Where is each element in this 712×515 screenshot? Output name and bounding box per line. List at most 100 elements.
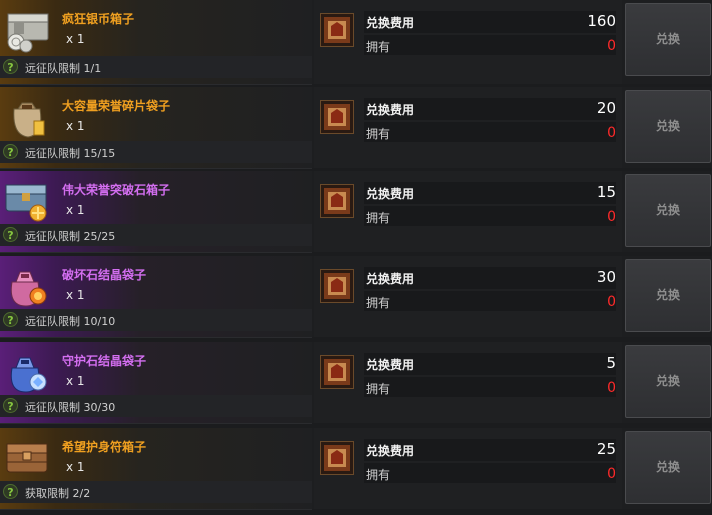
cost-value: 160: [587, 12, 616, 30]
cost-panel: 兑换费用 15 拥有 0: [314, 171, 622, 252]
item-panel: 破坏石结晶袋子 x 1 ? 远征队限制 10/10: [0, 256, 312, 338]
cost-value: 25: [596, 440, 616, 458]
item-name: 希望护身符箱子: [62, 440, 147, 454]
item-quantity: x 1: [66, 119, 85, 133]
owned-line: 拥有 0: [364, 463, 616, 483]
limit-text: 远征队限制 10/10: [25, 315, 116, 328]
limit-bar: ? 远征队限制 30/30: [0, 395, 312, 417]
limit-text: 远征队限制 30/30: [25, 401, 116, 414]
exchange-row: 守护石结晶袋子 x 1 ? 远征队限制 30/30 兑换费用 5 拥有 0 兑换: [0, 342, 712, 424]
exchange-row: 疯狂银币箱子 x 1 ? 远征队限制 1/1 兑换费用 160 拥有 0 兑换: [0, 0, 712, 85]
currency-icon: [320, 269, 354, 303]
question-icon[interactable]: ?: [3, 312, 18, 327]
owned-line: 拥有 0: [364, 206, 616, 226]
cost-line: 兑换费用 20: [364, 98, 616, 120]
limit-text: 远征队限制 15/15: [25, 147, 116, 160]
cost-label: 兑换费用: [366, 272, 415, 286]
owned-value: 0: [607, 294, 616, 310]
destruction-stone-bag-icon[interactable]: [2, 260, 52, 310]
amulet-chest-icon[interactable]: [2, 432, 52, 482]
question-icon[interactable]: ?: [3, 144, 18, 159]
cost-panel: 兑换费用 5 拥有 0: [314, 342, 622, 423]
item-quantity: x 1: [66, 203, 85, 217]
owned-value: 0: [607, 380, 616, 396]
owned-value: 0: [607, 209, 616, 225]
cost-panel: 兑换费用 20 拥有 0: [314, 87, 622, 168]
cost-label: 兑换费用: [366, 187, 415, 201]
item-quantity: x 1: [66, 288, 85, 302]
currency-icon: [320, 100, 354, 134]
owned-label: 拥有: [366, 382, 391, 396]
item-panel: 守护石结晶袋子 x 1 ? 远征队限制 30/30: [0, 342, 312, 424]
exchange-button[interactable]: 兑换: [625, 259, 711, 332]
item-name: 守护石结晶袋子: [62, 354, 147, 368]
item-name: 疯狂银币箱子: [62, 12, 135, 26]
cost-label: 兑换费用: [366, 358, 415, 372]
cost-panel: 兑换费用 160 拥有 0: [314, 0, 622, 84]
limit-text: 远征队限制 25/25: [25, 230, 116, 243]
owned-label: 拥有: [366, 127, 391, 141]
limit-bar: ? 远征队限制 1/1: [0, 56, 312, 78]
owned-line: 拥有 0: [364, 122, 616, 142]
currency-icon: [320, 184, 354, 218]
cost-label: 兑换费用: [366, 444, 415, 458]
cost-label: 兑换费用: [366, 103, 415, 117]
honor-shard-bag-icon[interactable]: [2, 91, 52, 141]
item-quantity: x 1: [66, 32, 85, 46]
limit-bar: ? 获取限制 2/2: [0, 481, 312, 503]
cost-panel: 兑换费用 30 拥有 0: [314, 256, 622, 337]
limit-text: 获取限制 2/2: [25, 487, 91, 500]
limit-bar: ? 远征队限制 15/15: [0, 141, 312, 163]
currency-icon: [320, 441, 354, 475]
owned-label: 拥有: [366, 296, 391, 310]
item-panel: 希望护身符箱子 x 1 ? 获取限制 2/2: [0, 428, 312, 510]
breakthrough-stone-chest-icon[interactable]: [2, 175, 52, 225]
owned-label: 拥有: [366, 211, 391, 225]
cost-line: 兑换费用 25: [364, 439, 616, 461]
cost-value: 5: [606, 354, 616, 372]
cost-line: 兑换费用 15: [364, 182, 616, 204]
cost-panel: 兑换费用 25 拥有 0: [314, 428, 622, 509]
question-icon[interactable]: ?: [3, 484, 18, 499]
item-quantity: x 1: [66, 460, 85, 474]
exchange-button[interactable]: 兑换: [625, 345, 711, 418]
exchange-button[interactable]: 兑换: [625, 3, 711, 76]
question-icon[interactable]: ?: [3, 59, 18, 74]
question-icon[interactable]: ?: [3, 227, 18, 242]
cost-value: 30: [596, 268, 616, 286]
item-panel: 伟大荣誉突破石箱子 x 1 ? 远征队限制 25/25: [0, 171, 312, 253]
guardian-stone-bag-icon[interactable]: [2, 346, 52, 396]
silver-coin-chest-icon[interactable]: [2, 4, 52, 54]
exchange-row: 破坏石结晶袋子 x 1 ? 远征队限制 10/10 兑换费用 30 拥有 0 兑…: [0, 256, 712, 338]
cost-line: 兑换费用 30: [364, 267, 616, 289]
exchange-row: 希望护身符箱子 x 1 ? 获取限制 2/2 兑换费用 25 拥有 0 兑换: [0, 428, 712, 510]
owned-line: 拥有 0: [364, 291, 616, 311]
question-icon[interactable]: ?: [3, 398, 18, 413]
exchange-button[interactable]: 兑换: [625, 90, 711, 163]
limit-bar: ? 远征队限制 10/10: [0, 309, 312, 331]
exchange-button[interactable]: 兑换: [625, 431, 711, 504]
owned-line: 拥有 0: [364, 35, 616, 55]
item-name: 伟大荣誉突破石箱子: [62, 183, 171, 197]
exchange-button[interactable]: 兑换: [625, 174, 711, 247]
cost-line: 兑换费用 5: [364, 353, 616, 375]
owned-label: 拥有: [366, 468, 391, 482]
owned-value: 0: [607, 38, 616, 54]
owned-value: 0: [607, 466, 616, 482]
currency-icon: [320, 13, 354, 47]
item-name: 大容量荣誉碎片袋子: [62, 99, 171, 113]
cost-value: 20: [596, 99, 616, 117]
owned-line: 拥有 0: [364, 377, 616, 397]
owned-value: 0: [607, 125, 616, 141]
cost-line: 兑换费用 160: [364, 11, 616, 33]
item-panel: 疯狂银币箱子 x 1 ? 远征队限制 1/1: [0, 0, 312, 85]
item-name: 破坏石结晶袋子: [62, 268, 147, 282]
owned-label: 拥有: [366, 40, 391, 54]
item-quantity: x 1: [66, 374, 85, 388]
limit-bar: ? 远征队限制 25/25: [0, 224, 312, 246]
cost-value: 15: [596, 183, 616, 201]
exchange-row: 伟大荣誉突破石箱子 x 1 ? 远征队限制 25/25 兑换费用 15 拥有 0…: [0, 171, 712, 253]
cost-label: 兑换费用: [366, 16, 415, 30]
limit-text: 远征队限制 1/1: [25, 62, 102, 75]
item-panel: 大容量荣誉碎片袋子 x 1 ? 远征队限制 15/15: [0, 87, 312, 169]
